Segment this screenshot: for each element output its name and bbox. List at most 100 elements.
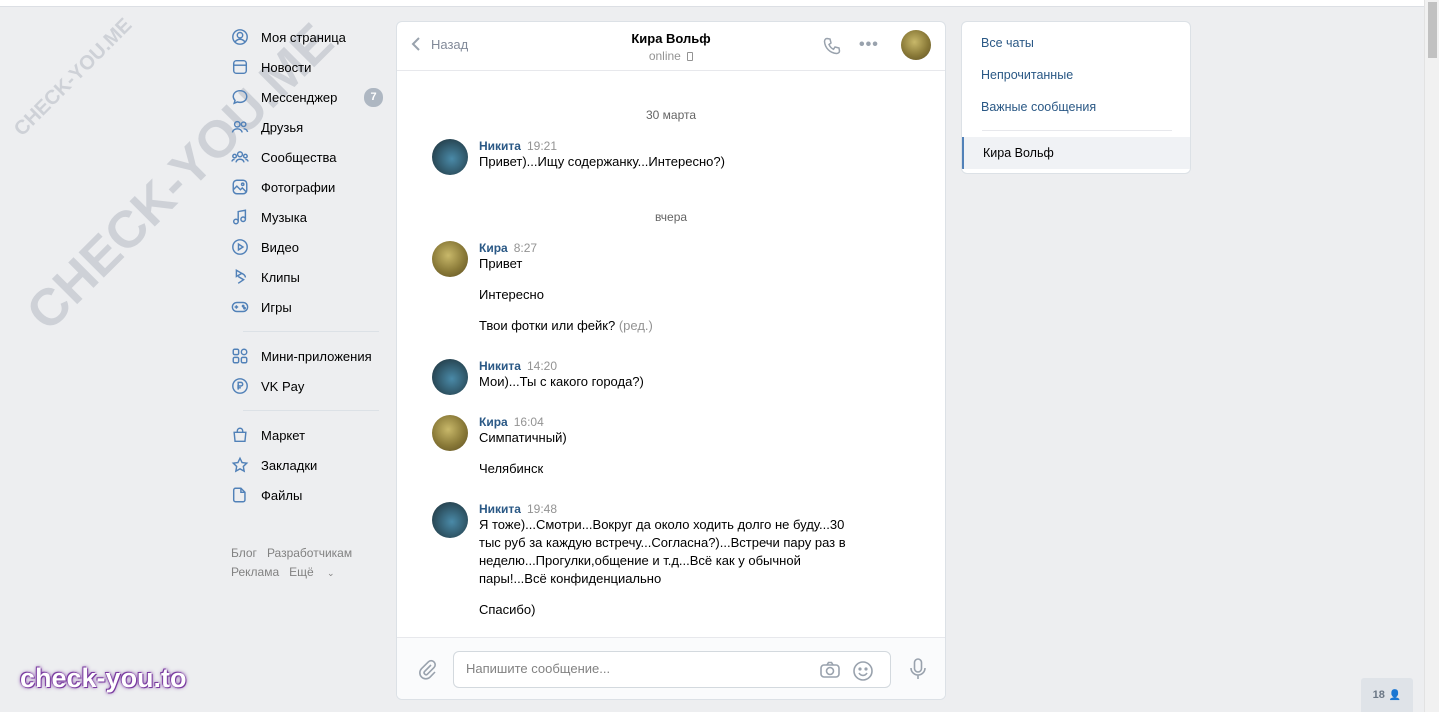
nav-item-friends[interactable]: Друзья: [231, 112, 383, 142]
nav-label: Фотографии: [261, 179, 336, 195]
nav-label: Новости: [261, 59, 312, 75]
message-text: Я тоже)...Смотри...Вокруг да около ходит…: [479, 517, 845, 532]
page-scrollbar[interactable]: [1424, 0, 1439, 712]
camera-button[interactable]: [819, 660, 841, 680]
nav-item-photos[interactable]: Фотографии: [231, 172, 383, 202]
left-nav: Моя страница Новости Мессенджер 7 Друзья…: [231, 22, 383, 583]
nav-item-music[interactable]: Музыка: [231, 202, 383, 232]
nav-item-communities[interactable]: Сообщества: [231, 142, 383, 172]
video-icon: [231, 238, 249, 256]
news-icon: [231, 58, 249, 76]
author-avatar[interactable]: [432, 502, 468, 538]
message-group: Никита 14:20 Мои)...Ты с какого города?): [432, 358, 882, 395]
online-count: 18: [1372, 689, 1385, 701]
nav-item-messenger[interactable]: Мессенджер 7: [231, 82, 383, 112]
nav-item-market[interactable]: Маркет: [231, 420, 383, 450]
author-avatar[interactable]: [432, 359, 468, 395]
message-time[interactable]: 14:20: [527, 359, 557, 373]
footer-link-more[interactable]: Ещё ⌄: [289, 565, 344, 579]
nav-item-bookmarks[interactable]: Закладки: [231, 450, 383, 480]
emoji-button[interactable]: [852, 660, 874, 682]
filter-unread[interactable]: Непрочитанные: [962, 59, 1190, 91]
message-text: Челябинск: [479, 461, 544, 476]
message-input-box[interactable]: [453, 651, 891, 688]
nav-item-vk-pay[interactable]: VK Pay: [231, 371, 383, 401]
camera-icon: [820, 661, 840, 678]
file-icon: [231, 486, 249, 504]
message-text-content: Твои фотки или фейк?: [479, 318, 616, 333]
edited-mark: (ред.): [618, 318, 653, 333]
filter-all-chats[interactable]: Все чаты: [962, 27, 1190, 59]
message-author[interactable]: Никита: [479, 139, 521, 153]
nav-label: Мини-приложения: [261, 348, 372, 364]
footer-link-blog[interactable]: Блог: [231, 546, 257, 560]
message-text: Твои фотки или фейк? (ред.): [479, 317, 882, 335]
nav-label: Друзья: [261, 119, 304, 135]
nav-item-my-page[interactable]: Моя страница: [231, 22, 383, 52]
chat-filter-panel: Все чаты Непрочитанные Важные сообщения …: [961, 21, 1191, 174]
more-button[interactable]: •••: [859, 36, 881, 56]
scrollbar-thumb[interactable]: [1428, 2, 1437, 58]
nav-label: Файлы: [261, 487, 303, 503]
phone-icon: [823, 37, 841, 55]
chevron-down-icon: ⌄: [327, 568, 335, 578]
smile-icon: [853, 661, 873, 681]
nav-item-mini-apps[interactable]: Мини-приложения: [231, 341, 383, 371]
nav-item-files[interactable]: Файлы: [231, 480, 383, 510]
attach-button[interactable]: [417, 658, 437, 680]
market-icon: [231, 426, 249, 444]
message-text: неделю...Прогулки,общение и т.д...Всё ка…: [479, 553, 801, 568]
nav-label: Музыка: [261, 209, 307, 225]
peer-status-text: online: [648, 49, 681, 63]
message-text: тыс руб за каждую встречу...Согласна?)..…: [479, 535, 846, 550]
message-text: Мои)...Ты с какого города?): [479, 374, 644, 389]
date-separator: 30 марта: [645, 108, 697, 122]
footer-link-ads[interactable]: Реклама: [231, 565, 279, 579]
nav-item-news[interactable]: Новости: [231, 52, 383, 82]
music-icon: [231, 208, 249, 226]
message-history[interactable]: 30 марта Никита 19:21 Привет)...Ищу содер…: [397, 72, 945, 637]
peer-avatar[interactable]: [901, 30, 931, 60]
online-friends-widget[interactable]: 18 👤: [1361, 678, 1413, 712]
gamepad-icon: [231, 298, 249, 316]
brand-watermark: check-you.to: [20, 663, 187, 693]
message-author[interactable]: Кира: [479, 241, 508, 255]
message-text: Спасибо): [479, 602, 536, 617]
message-time[interactable]: 19:48: [527, 502, 557, 516]
nav-item-clips[interactable]: Клипы: [231, 262, 383, 292]
message-time[interactable]: 16:04: [514, 415, 544, 429]
author-avatar[interactable]: [432, 415, 468, 451]
vkpay-icon: [231, 377, 249, 395]
voice-message-button[interactable]: [907, 657, 929, 681]
friends-icon: [231, 118, 249, 136]
message-time[interactable]: 19:21: [527, 139, 557, 153]
author-avatar[interactable]: [432, 241, 468, 277]
footer-link-developers[interactable]: Разработчикам: [267, 546, 352, 560]
message-group: Никита 19:21 Привет)...Ищу содержанку...И…: [432, 138, 882, 175]
author-avatar[interactable]: [432, 139, 468, 175]
nav-label: Клипы: [261, 269, 300, 285]
message-text: Интересно: [479, 287, 544, 302]
message-input[interactable]: [466, 661, 796, 676]
message-time[interactable]: 8:27: [514, 241, 537, 255]
nav-label: Закладки: [261, 457, 318, 473]
paperclip-icon: [419, 659, 436, 680]
photo-icon: [231, 178, 249, 196]
active-chat-tab[interactable]: Кира Вольф: [962, 137, 1190, 169]
nav-footer: Блог Разработчикам Реклама Ещё ⌄: [231, 544, 383, 583]
date-separator: вчера: [654, 210, 688, 224]
star-icon: [231, 456, 249, 474]
message-author[interactable]: Никита: [479, 502, 521, 516]
call-button[interactable]: [822, 36, 842, 56]
nav-label: VK Pay: [261, 378, 305, 394]
message-author[interactable]: Никита: [479, 359, 521, 373]
message-author[interactable]: Кира: [479, 415, 508, 429]
nav-label: Маркет: [261, 427, 306, 443]
nav-item-games[interactable]: Игры: [231, 292, 383, 322]
nav-item-video[interactable]: Видео: [231, 232, 383, 262]
nav-label: Моя страница: [261, 29, 346, 45]
apps-icon: [231, 347, 249, 365]
message-group: Кира 8:27 Привет Интересно Твои фотки или…: [432, 240, 882, 335]
filter-important[interactable]: Важные сообщения: [962, 91, 1190, 123]
panel-divider: [982, 130, 1172, 131]
